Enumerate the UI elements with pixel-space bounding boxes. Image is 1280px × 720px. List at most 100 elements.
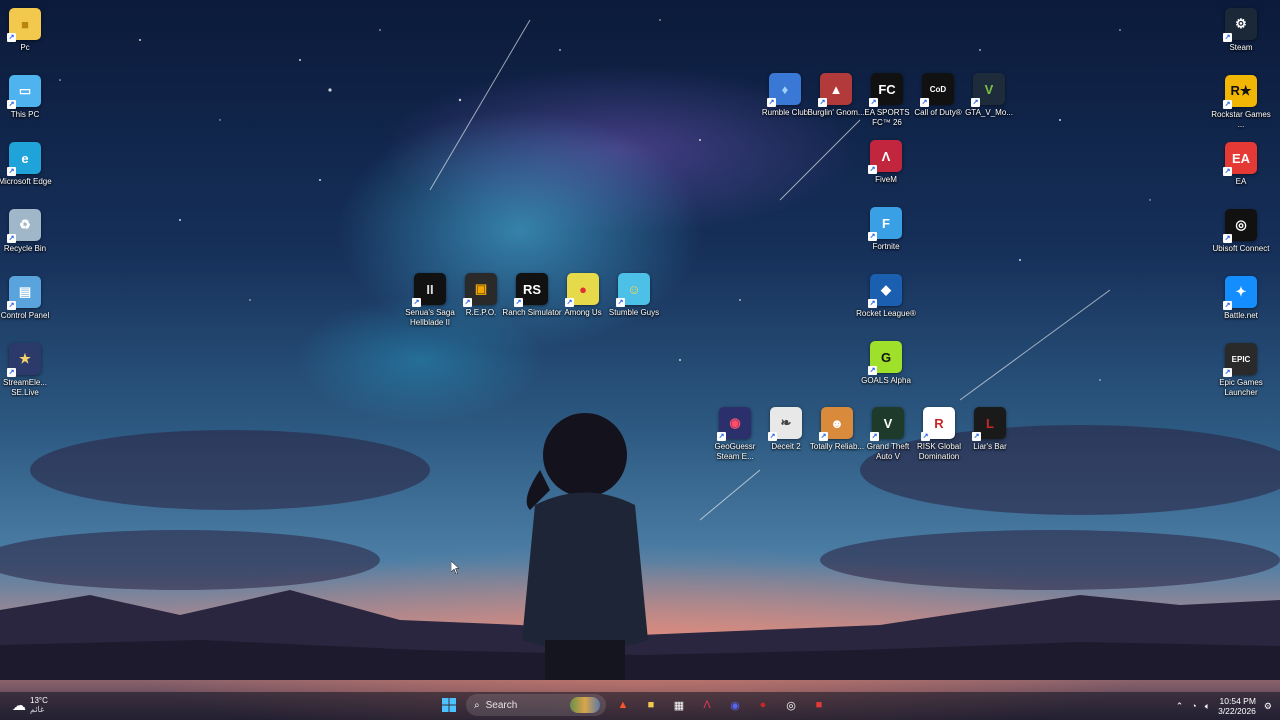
stumble-guys-icon: ☺ ↗ — [616, 273, 650, 307]
icon-label: Totally Reliab... — [809, 442, 865, 451]
weather-widget[interactable]: ☁ 13°C غائم — [12, 696, 48, 714]
icon-glyph: ⚙ — [1235, 16, 1247, 31]
icon-glyph: G — [880, 349, 892, 365]
shortcut-arrow-icon: ↗ — [921, 432, 930, 441]
fivem-shortcut[interactable]: Λ ↗ FiveM — [856, 140, 916, 185]
taskbar-search[interactable]: ⌕ Search — [466, 694, 606, 716]
shortcut-arrow-icon: ↗ — [7, 33, 16, 42]
icon-label: Rockstar Games ... — [1211, 110, 1271, 129]
icon-glyph: RS — [522, 281, 542, 297]
icon-glyph: ❧ — [780, 415, 792, 430]
ranch-simulator-icon: RS ↗ — [514, 273, 548, 307]
clock-time: 10:54 PM — [1219, 696, 1256, 706]
steam-icon: ⚙ ↗ — [1223, 8, 1257, 42]
rockstar-games-icon: R★ ↗ — [1223, 75, 1257, 109]
clock-date: 3/22/2026 — [1218, 706, 1256, 716]
chevron-up-icon[interactable]: ⌃ — [1176, 701, 1184, 712]
battle-net-shortcut[interactable]: ✦ ↗ Battle.net — [1211, 276, 1271, 321]
shortcut-arrow-icon: ↗ — [7, 167, 16, 176]
microsoft-edge-shortcut[interactable]: e ↗ Microsoft Edge — [0, 142, 55, 187]
microsoft-store-icon: ▦ — [673, 699, 685, 712]
icon-glyph: ■ — [21, 16, 29, 32]
stumble-guys-shortcut[interactable]: ☺ ↗ Stumble Guys — [604, 273, 664, 318]
fivem-taskbar-icon: Λ — [703, 699, 711, 711]
brave-taskbar-button[interactable]: ▲ — [612, 694, 634, 716]
fivem-taskbar-taskbar-button[interactable]: Λ — [696, 694, 718, 716]
steam-shortcut[interactable]: ⚙ ↗ Steam — [1211, 8, 1271, 53]
fortnite-icon: F ↗ — [868, 207, 902, 241]
risk-global-domination-icon: R ↗ — [921, 407, 955, 441]
goals-alpha-shortcut[interactable]: G ↗ GOALS Alpha — [856, 341, 916, 386]
burglin-gnomes-icon: ▲ ↗ — [818, 73, 852, 107]
icon-label: Recycle Bin — [3, 244, 47, 253]
ea-shortcut[interactable]: EA ↗ EA — [1211, 142, 1271, 187]
shortcut-arrow-icon: ↗ — [7, 234, 16, 243]
microsoft-store-taskbar-button[interactable]: ▦ — [668, 694, 690, 716]
fortnite-shortcut[interactable]: F ↗ Fortnite — [856, 207, 916, 252]
icon-glyph: F — [882, 215, 890, 231]
search-highlight-image — [570, 697, 600, 713]
streamelements-icon: ★ ↗ — [7, 343, 41, 377]
capture-icon: ◎ — [786, 699, 796, 712]
deceit-2-icon: ❧ ↗ — [768, 407, 802, 441]
start-button[interactable] — [438, 694, 460, 716]
settings-icon[interactable]: ⚙ — [1264, 701, 1272, 712]
volume-icon[interactable]: 🔈︎ — [1205, 701, 1210, 712]
clock[interactable]: 10:54 PM 3/22/2026 — [1218, 696, 1256, 716]
shortcut-arrow-icon: ↗ — [920, 98, 929, 107]
icon-glyph: ♦ — [781, 81, 789, 97]
gta-v-mods-shortcut[interactable]: V ↗ GTA_V_Mo... — [959, 73, 1019, 118]
icon-label: This PC — [10, 110, 40, 119]
obs-taskbar-button[interactable]: ● — [752, 694, 774, 716]
shortcut-arrow-icon: ↗ — [819, 432, 828, 441]
shortcut-arrow-icon: ↗ — [869, 98, 878, 107]
discord-taskbar-button[interactable]: ◉ — [724, 694, 746, 716]
shortcut-arrow-icon: ↗ — [972, 432, 981, 441]
microsoft-edge-icon: e ↗ — [7, 142, 41, 176]
rockstar-games-shortcut[interactable]: R★ ↗ Rockstar Games ... — [1211, 75, 1271, 130]
icon-glyph: ● — [579, 281, 587, 297]
recording-taskbar-button[interactable]: ■ — [808, 694, 830, 716]
icon-label: FiveM — [875, 175, 897, 184]
search-placeholder: Search — [485, 699, 518, 711]
shortcut-arrow-icon: ↗ — [971, 98, 980, 107]
rocket-league-shortcut[interactable]: ◆ ↗ Rocket League® — [856, 274, 916, 319]
this-pc-shortcut[interactable]: ▭ ↗ This PC — [0, 75, 55, 120]
icon-glyph: ♻ — [19, 217, 31, 232]
shortcut-arrow-icon: ↗ — [1223, 100, 1232, 109]
recycle-bin-shortcut[interactable]: ♻ ↗ Recycle Bin — [0, 209, 55, 254]
file-explorer-taskbar-button[interactable]: ■ — [640, 694, 662, 716]
liars-bar-shortcut[interactable]: L ↗ Liar's Bar — [960, 407, 1020, 452]
taskbar-center: ⌕ Search ▲ ■ ▦ Λ ◉ ● ◎ ■ — [438, 694, 830, 716]
capture-taskbar-button[interactable]: ◎ — [780, 694, 802, 716]
pc-folder-shortcut[interactable]: ■ ↗ Pc — [0, 8, 55, 53]
ubisoft-connect-shortcut[interactable]: ◎ ↗ Ubisoft Connect — [1211, 209, 1271, 254]
icon-label: GTA_V_Mo... — [965, 108, 1013, 117]
icon-glyph: FC — [878, 81, 896, 97]
liars-bar-icon: L ↗ — [972, 407, 1006, 441]
brave-icon: ▲ — [617, 699, 629, 711]
wifi-icon[interactable]: ◔ — [1191, 701, 1196, 711]
shortcut-arrow-icon: ↗ — [1223, 167, 1232, 176]
icon-glyph: EA — [1231, 150, 1251, 166]
icon-glyph: L — [986, 415, 994, 431]
streamelements-shortcut[interactable]: ★ ↗ StreamEle... SE.Live — [0, 343, 55, 398]
weather-description: غائم — [30, 705, 45, 714]
control-panel-shortcut[interactable]: ▤ ↗ Control Panel — [0, 276, 55, 321]
shortcut-arrow-icon: ↗ — [1223, 234, 1232, 243]
icon-glyph: ☺ — [627, 281, 641, 297]
epic-games-launcher-shortcut[interactable]: EPIC ↗ Epic Games Launcher — [1211, 343, 1271, 398]
shortcut-arrow-icon: ↗ — [870, 432, 879, 441]
shortcut-arrow-icon: ↗ — [616, 298, 625, 307]
shortcut-arrow-icon: ↗ — [412, 298, 421, 307]
call-of-duty-icon: CoD ↗ — [920, 73, 954, 107]
shortcut-arrow-icon: ↗ — [463, 298, 472, 307]
shortcut-arrow-icon: ↗ — [767, 98, 776, 107]
icon-glyph: ★ — [19, 351, 31, 366]
icon-glyph: ☻ — [830, 415, 844, 431]
icon-glyph: ▣ — [474, 281, 488, 296]
ea-icon: EA ↗ — [1223, 142, 1257, 176]
cloud-icon: ☁ — [12, 696, 26, 713]
shortcut-arrow-icon: ↗ — [7, 301, 16, 310]
pc-folder-icon: ■ ↗ — [7, 8, 41, 42]
